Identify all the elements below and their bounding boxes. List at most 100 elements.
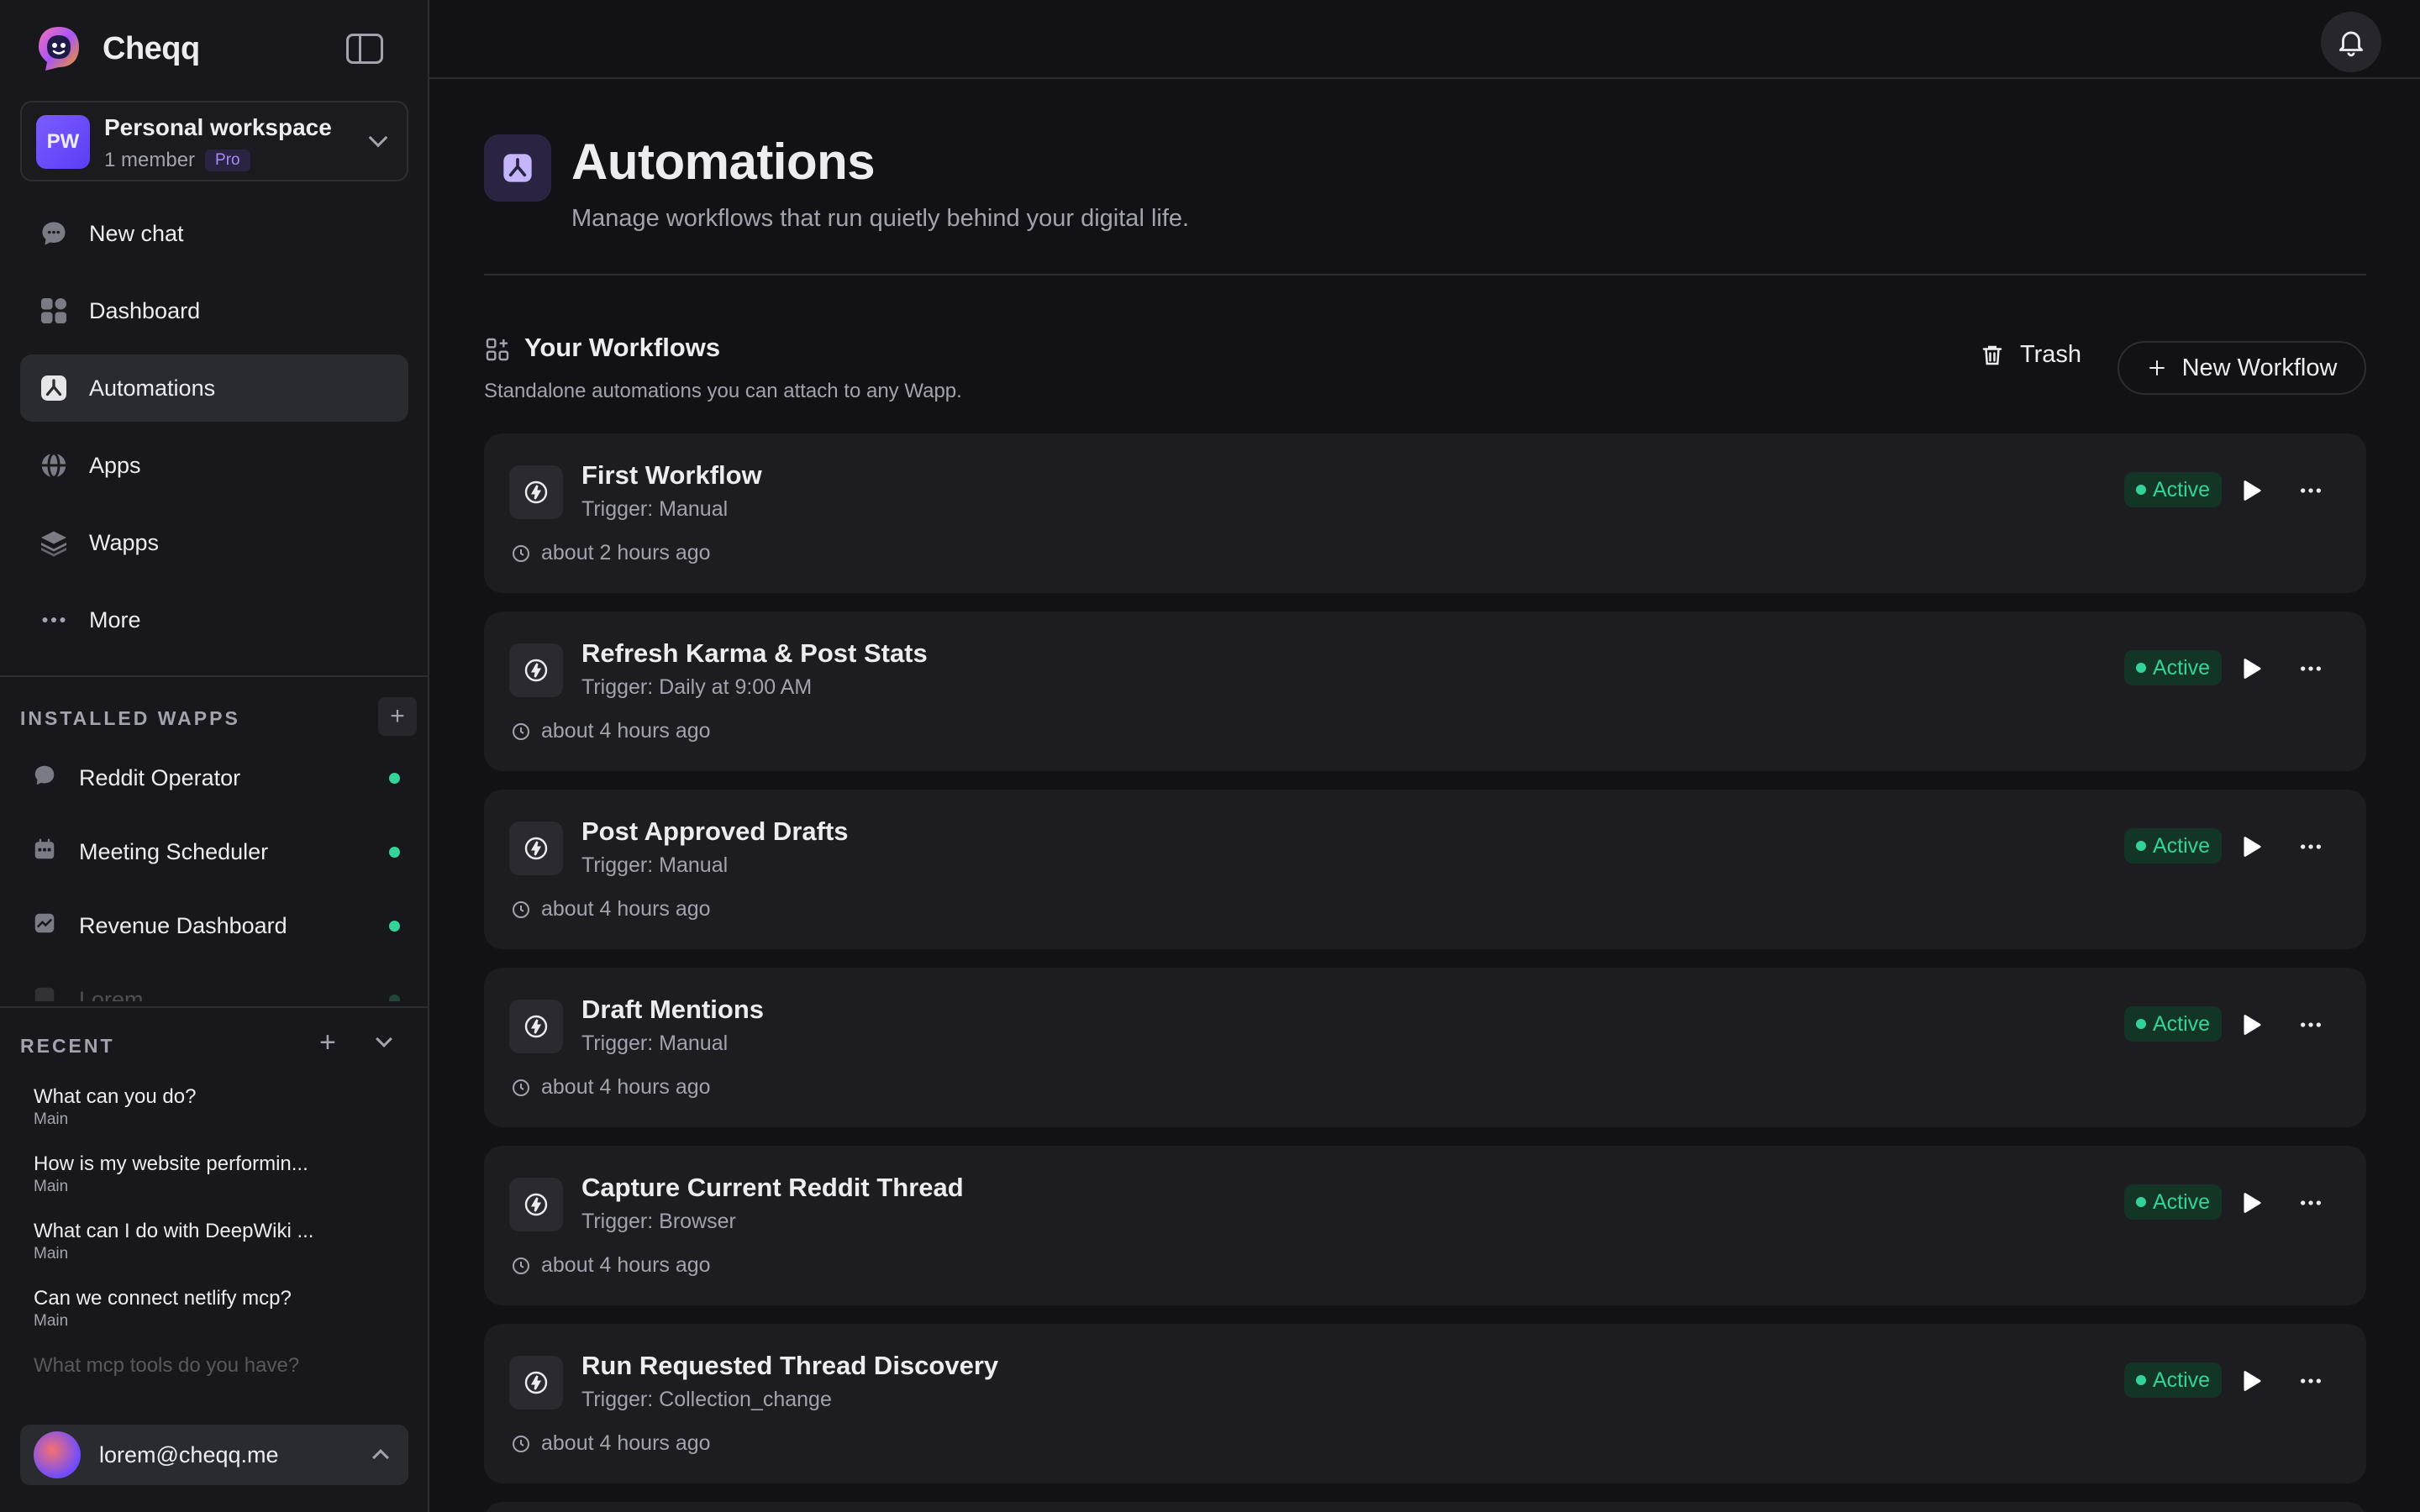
sidebar-toggle-button[interactable]: [346, 34, 383, 64]
add-wapp-button[interactable]: +: [378, 697, 417, 736]
recent-sub: Main: [34, 1312, 69, 1330]
page-subtitle: Manage workflows that run quietly behind…: [571, 205, 1190, 232]
main-nav: New chat Dashboard Automations Apps Wapp…: [20, 200, 408, 664]
user-menu[interactable]: lorem@cheqq.me: [20, 1425, 408, 1485]
more-horizontal-icon: [2301, 1022, 2321, 1027]
run-workflow-button[interactable]: [2235, 1188, 2265, 1218]
chat-bubble-icon: [39, 218, 69, 249]
nav-item-more[interactable]: More: [20, 586, 408, 654]
workflow-time: about 4 hours ago: [511, 1075, 711, 1100]
workspace-name: Personal workspace: [104, 114, 332, 140]
status-badge: Active: [2124, 1006, 2223, 1042]
nav-item-automations[interactable]: Automations: [20, 354, 408, 422]
workflow-more-button[interactable]: [2296, 475, 2326, 506]
run-workflow-button[interactable]: [2235, 1366, 2265, 1396]
notifications-button[interactable]: [2321, 12, 2381, 72]
workflow-title: First Workflow: [581, 460, 762, 490]
workflows-subtitle: Standalone automations you can attach to…: [484, 380, 962, 402]
nav-label: Apps: [89, 452, 141, 478]
chevron-up-icon: [372, 1449, 389, 1466]
recent-title: How is my website performin...: [34, 1152, 308, 1175]
workflow-time: about 4 hours ago: [511, 897, 711, 921]
clock-icon: [513, 1435, 529, 1452]
nav-label: Wapps: [89, 529, 160, 555]
run-workflow-button[interactable]: [2235, 654, 2265, 684]
clock-icon: [513, 722, 529, 740]
recent-item[interactable]: What can I do with DeepWiki ... Main: [34, 1218, 387, 1285]
recent-title: What mcp tools do you have?: [34, 1354, 300, 1377]
nav-item-dashboard[interactable]: Dashboard: [20, 277, 408, 344]
nav-item-wapps[interactable]: Wapps: [20, 509, 408, 576]
workflow-trigger: Trigger: Manual: [581, 1032, 729, 1055]
bolt-icon: [509, 465, 563, 519]
sidebar: Cheqq PW Personal workspace 1 member Pro…: [0, 0, 429, 1512]
run-workflow-button[interactable]: [2235, 832, 2265, 862]
automation-icon: [39, 373, 69, 403]
workflow-card[interactable]: Capture Current Reddit Thread Trigger: B…: [484, 1146, 2366, 1305]
wapp-label: Lorem: [79, 986, 144, 1002]
workflow-more-button[interactable]: [2296, 1188, 2326, 1218]
workflow-card[interactable]: Run Requested Thread Discovery Trigger: …: [484, 1324, 2366, 1483]
bell-icon: [2338, 31, 2364, 57]
workspace-switcher[interactable]: PW Personal workspace 1 member Pro: [20, 101, 408, 181]
nav-label: Dashboard: [89, 297, 201, 323]
brand[interactable]: Cheqq: [37, 25, 200, 72]
play-icon: [2244, 837, 2261, 857]
nav-item-apps[interactable]: Apps: [20, 432, 408, 499]
trash-button[interactable]: Trash: [1980, 341, 2081, 369]
status-badge: Active: [2124, 650, 2223, 685]
chart-icon: [32, 911, 57, 942]
workflow-title: Post Approved Drafts: [581, 816, 849, 846]
recent-title: What can I do with DeepWiki ...: [34, 1220, 314, 1242]
wapp-label: Reddit Operator: [79, 764, 241, 790]
layers-icon: [39, 528, 69, 558]
recent-item[interactable]: What can you do? Main: [34, 1084, 387, 1151]
wapp-item-reddit-operator[interactable]: Reddit Operator: [20, 741, 408, 815]
recent-item[interactable]: What mcp tools do you have?: [34, 1352, 387, 1420]
workflow-more-button[interactable]: [2296, 832, 2326, 862]
workflow-title: Refresh Karma & Post Stats: [581, 638, 928, 668]
workflow-card[interactable]: [484, 1502, 2366, 1512]
wapp-item-meeting-scheduler[interactable]: Meeting Scheduler: [20, 815, 408, 889]
topbar: [429, 0, 2420, 79]
workflow-time: about 4 hours ago: [511, 719, 711, 743]
run-workflow-button[interactable]: [2235, 475, 2265, 506]
nav-item-new-chat[interactable]: New chat: [20, 200, 408, 267]
run-workflow-button[interactable]: [2235, 1010, 2265, 1040]
workflows-title: Your Workflows: [524, 333, 721, 362]
trash-label: Trash: [2020, 341, 2082, 368]
nav-label: New chat: [89, 220, 184, 246]
app-name: Cheqq: [103, 30, 200, 66]
clock-icon: [513, 1257, 529, 1274]
status-dot: [389, 994, 400, 1001]
workflow-more-button[interactable]: [2296, 654, 2326, 684]
chevron-down-icon[interactable]: [376, 1031, 392, 1047]
workflow-card[interactable]: First Workflow Trigger: Manual about 2 h…: [484, 433, 2366, 593]
grid-icon: [39, 296, 69, 326]
new-workflow-button[interactable]: New Workflow: [2118, 341, 2366, 395]
recent-item[interactable]: How is my website performin... Main: [34, 1151, 387, 1218]
play-icon: [2244, 480, 2261, 501]
bolt-icon: [509, 1178, 563, 1231]
recent-item[interactable]: Can we connect netlify mcp? Main: [34, 1285, 387, 1352]
workflow-card[interactable]: Post Approved Drafts Trigger: Manual abo…: [484, 790, 2366, 949]
clock-icon: [513, 900, 529, 918]
workflow-more-button[interactable]: [2296, 1010, 2326, 1040]
workflow-card[interactable]: Draft Mentions Trigger: Manual about 4 h…: [484, 968, 2366, 1127]
play-icon: [2244, 1371, 2261, 1391]
wapp-item-lorem[interactable]: Lorem: [20, 963, 408, 1001]
workflow-time-text: about 4 hours ago: [541, 897, 711, 921]
globe-icon: [39, 450, 69, 480]
sidebar-divider: [0, 675, 428, 677]
status-badge: Active: [2124, 1184, 2223, 1220]
clock-icon: [513, 544, 529, 562]
wapp-item-revenue-dashboard[interactable]: Revenue Dashboard: [20, 889, 408, 963]
plan-badge: Pro: [205, 150, 250, 171]
workflow-title: Capture Current Reddit Thread: [581, 1173, 964, 1202]
recent-title: Can we connect netlify mcp?: [34, 1287, 292, 1310]
workflow-card[interactable]: Refresh Karma & Post Stats Trigger: Dail…: [484, 612, 2366, 771]
workflows-icon: [486, 338, 509, 361]
wapp-label: Meeting Scheduler: [79, 838, 269, 864]
workflow-more-button[interactable]: [2296, 1366, 2326, 1396]
new-recent-button[interactable]: +: [319, 1026, 336, 1059]
